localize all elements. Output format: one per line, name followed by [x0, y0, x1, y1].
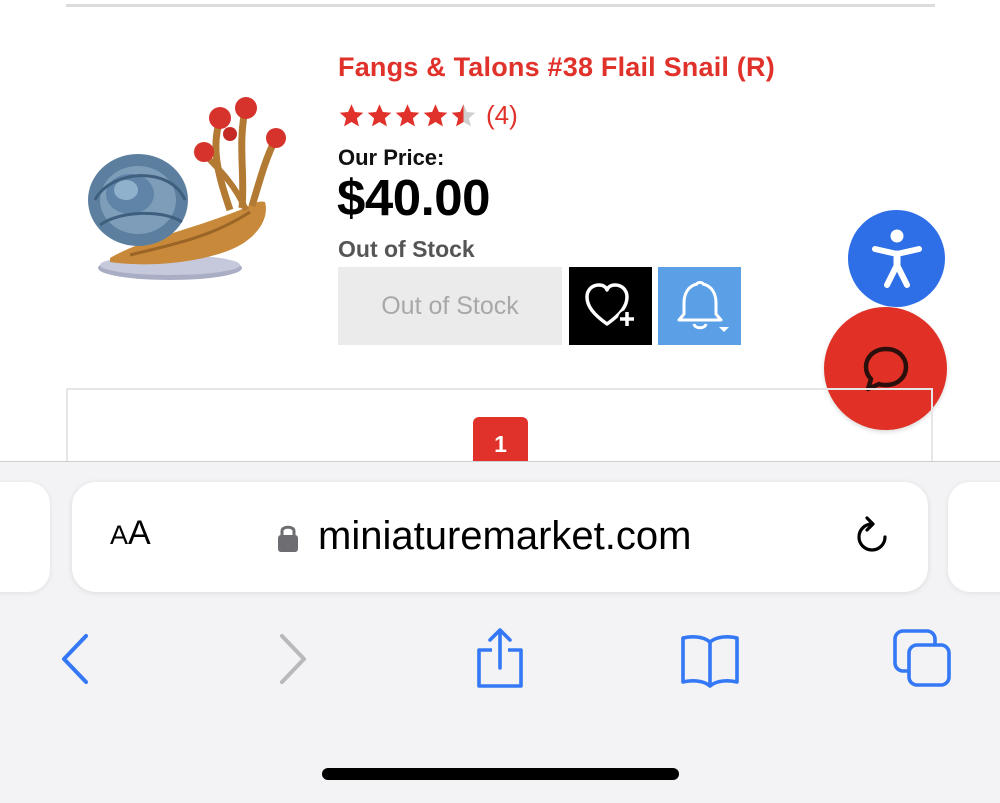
url-text[interactable]: miniaturemarket.com: [318, 514, 691, 559]
share-icon[interactable]: [469, 628, 531, 690]
text-size-small-a: A: [110, 520, 129, 550]
text-size-button[interactable]: AA: [110, 514, 151, 553]
next-tab-preview[interactable]: [948, 482, 1000, 592]
product-rating[interactable]: (4): [338, 98, 518, 132]
product-price: $40.00: [337, 169, 491, 226]
bell-icon: [677, 281, 729, 332]
out-of-stock-button[interactable]: Out of Stock: [338, 267, 562, 345]
half-star-icon: [451, 103, 476, 126]
reload-icon[interactable]: [850, 515, 894, 559]
previous-tab-preview[interactable]: [0, 482, 50, 592]
add-to-wishlist-button[interactable]: [569, 267, 652, 345]
product-image[interactable]: [70, 90, 306, 306]
book-icon[interactable]: [679, 628, 741, 690]
star-icon: [395, 103, 420, 126]
text-size-large-a: A: [128, 514, 151, 552]
tabs-icon[interactable]: [892, 628, 954, 690]
lock-icon: [278, 525, 298, 552]
star-icon: [367, 103, 392, 126]
accessibility-button[interactable]: [848, 210, 945, 307]
home-indicator: [322, 768, 679, 780]
rating-count[interactable]: (4): [486, 100, 518, 131]
accessibility-icon: [871, 229, 922, 288]
chevron-left-icon[interactable]: [44, 628, 106, 690]
heart-plus-icon: [584, 283, 636, 328]
star-icon: [339, 103, 364, 126]
chevron-right-icon[interactable]: [262, 628, 324, 690]
product-title[interactable]: Fangs & Talons #38 Flail Snail (R): [338, 52, 775, 83]
notify-me-button[interactable]: [658, 267, 741, 345]
divider: [66, 4, 935, 7]
rating-stars: [338, 102, 478, 129]
stock-status: Out of Stock: [338, 236, 475, 262]
star-icon: [423, 103, 448, 126]
